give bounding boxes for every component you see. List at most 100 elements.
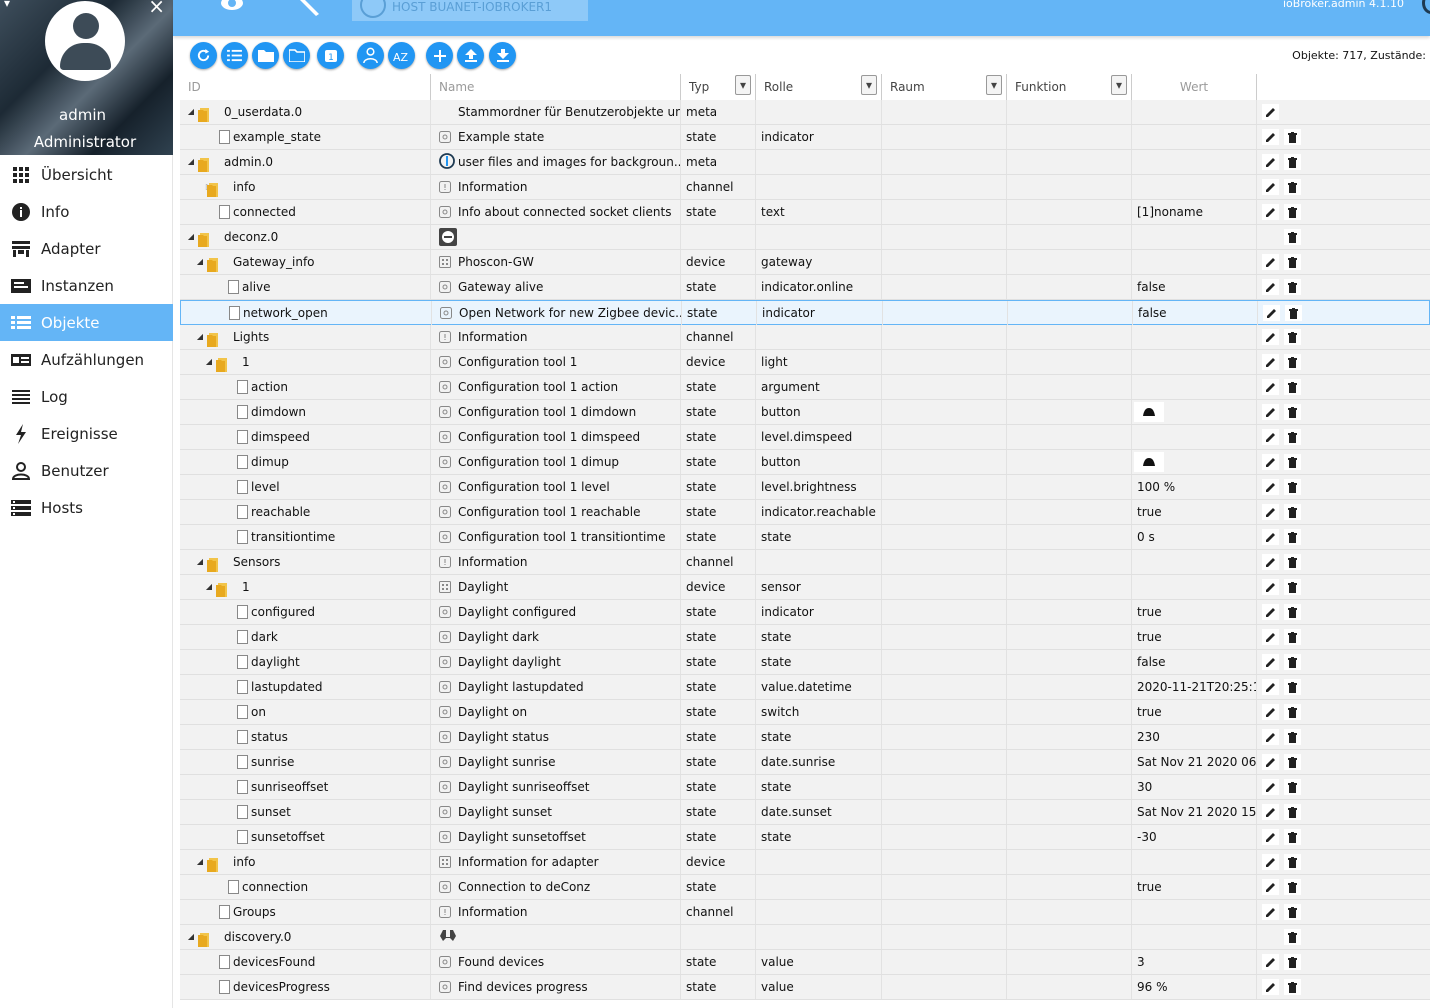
cell-raum[interactable] bbox=[882, 375, 1007, 399]
trash-icon[interactable] bbox=[1284, 404, 1301, 420]
table-row[interactable]: example_state Example state state indicator bbox=[180, 125, 1430, 150]
cell-wert[interactable] bbox=[1132, 375, 1257, 399]
wrench-icon[interactable] bbox=[297, 0, 323, 16]
trash-icon[interactable] bbox=[1284, 579, 1301, 595]
cell-funktion[interactable] bbox=[1007, 750, 1132, 774]
cell-funktion[interactable] bbox=[1007, 800, 1132, 824]
cell-raum[interactable] bbox=[882, 225, 1007, 249]
cell-wert[interactable]: 230 bbox=[1132, 725, 1257, 749]
edit-icon[interactable] bbox=[1262, 754, 1279, 770]
collapse-triangle-icon[interactable]: ◢ bbox=[195, 550, 205, 574]
cell-wert[interactable] bbox=[1132, 350, 1257, 374]
cell-raum[interactable] bbox=[882, 850, 1007, 874]
cell-rolle[interactable]: sensor bbox=[756, 575, 882, 599]
edit-icon[interactable] bbox=[1263, 305, 1280, 321]
cell-wert[interactable]: -30 bbox=[1132, 825, 1257, 849]
cell-wert[interactable]: false bbox=[1132, 650, 1257, 674]
cell-wert[interactable] bbox=[1132, 175, 1257, 199]
cell-rolle[interactable]: button bbox=[756, 450, 882, 474]
cell-wert[interactable]: true bbox=[1132, 500, 1257, 524]
cell-funktion[interactable] bbox=[1007, 475, 1132, 499]
sidebar-item-benutzer[interactable]: Benutzer bbox=[0, 452, 173, 489]
cell-funktion[interactable] bbox=[1007, 200, 1132, 224]
cell-wert[interactable]: 2020-11-21T20:25:16 bbox=[1132, 675, 1257, 699]
collapse-triangle-icon[interactable]: ◢ bbox=[195, 325, 205, 349]
trash-icon[interactable] bbox=[1284, 679, 1301, 695]
upload-button[interactable] bbox=[457, 42, 484, 69]
cell-wert[interactable] bbox=[1132, 325, 1257, 349]
collapse-triangle-icon[interactable]: ◢ bbox=[186, 925, 196, 949]
cell-name[interactable]: Daylight lastupdated bbox=[431, 675, 681, 699]
sidebar-item-hosts[interactable]: Hosts bbox=[0, 489, 173, 526]
edit-icon[interactable] bbox=[1262, 854, 1279, 870]
cell-wert[interactable] bbox=[1132, 250, 1257, 274]
cell-raum[interactable] bbox=[882, 475, 1007, 499]
trash-icon[interactable] bbox=[1284, 954, 1301, 970]
collapse-triangle-icon[interactable]: ◢ bbox=[195, 850, 205, 874]
collapse-triangle-icon[interactable]: ◢ bbox=[195, 250, 205, 274]
cell-raum[interactable] bbox=[882, 900, 1007, 924]
edit-icon[interactable] bbox=[1262, 729, 1279, 745]
cell-raum[interactable] bbox=[882, 425, 1007, 449]
cell-funktion[interactable] bbox=[1007, 325, 1132, 349]
cell-funktion[interactable] bbox=[1007, 650, 1132, 674]
trash-icon[interactable] bbox=[1284, 654, 1301, 670]
table-row[interactable]: reachable Configuration tool 1 reachable s… bbox=[180, 500, 1430, 525]
edit-icon[interactable] bbox=[1262, 154, 1279, 170]
cell-name[interactable]: Configuration tool 1 dimdown bbox=[431, 400, 681, 424]
cell-name[interactable]: user files and images for backgroun... bbox=[431, 150, 681, 174]
cell-name[interactable]: Configuration tool 1 transitiontime bbox=[431, 525, 681, 549]
cell-wert[interactable] bbox=[1132, 550, 1257, 574]
cell-name[interactable]: Info about connected socket clients bbox=[431, 200, 681, 224]
table-row[interactable]: ▷infoInformationchannel bbox=[180, 175, 1430, 200]
sidebar-item-info[interactable]: Info bbox=[0, 193, 173, 230]
cell-funktion[interactable] bbox=[1007, 675, 1132, 699]
cell-name[interactable]: Configuration tool 1 bbox=[431, 350, 681, 374]
cell-wert[interactable]: [1]noname bbox=[1132, 200, 1257, 224]
trash-icon[interactable] bbox=[1284, 229, 1301, 245]
cell-name[interactable]: Information bbox=[431, 900, 681, 924]
column-header-typ[interactable]: Typ ▾ bbox=[681, 74, 756, 100]
table-row[interactable]: ◢ Sensors Information channel bbox=[180, 550, 1430, 575]
cell-rolle[interactable]: button bbox=[756, 400, 882, 424]
cell-name[interactable]: Stammordner für Benutzerobjekte und ... bbox=[431, 100, 681, 124]
cell-name[interactable]: Daylight sunsetoffset bbox=[431, 825, 681, 849]
download-button[interactable] bbox=[489, 42, 516, 69]
cell-funktion[interactable] bbox=[1007, 375, 1132, 399]
cell-rolle[interactable]: state bbox=[756, 625, 882, 649]
edit-icon[interactable] bbox=[1262, 354, 1279, 370]
trash-icon[interactable] bbox=[1284, 754, 1301, 770]
cell-rolle[interactable]: indicator bbox=[757, 301, 883, 325]
cell-name[interactable]: Configuration tool 1 dimup bbox=[431, 450, 681, 474]
edit-icon[interactable] bbox=[1262, 654, 1279, 670]
cell-wert[interactable]: true bbox=[1132, 625, 1257, 649]
cell-wert[interactable]: Sat Nov 21 2020 15:: bbox=[1132, 800, 1257, 824]
cell-rolle[interactable]: text bbox=[756, 200, 882, 224]
table-row[interactable]: dimdown Configuration tool 1 dimdown state… bbox=[180, 400, 1430, 425]
trash-icon[interactable] bbox=[1284, 929, 1301, 945]
cell-rolle[interactable] bbox=[756, 175, 882, 199]
trash-icon[interactable] bbox=[1284, 279, 1301, 295]
column-header-funktion[interactable]: Funktion ▾ bbox=[1007, 74, 1132, 100]
cell-rolle[interactable] bbox=[756, 900, 882, 924]
cell-rolle[interactable] bbox=[756, 100, 882, 124]
expert-button[interactable] bbox=[357, 42, 384, 69]
table-row[interactable]: devicesProgress Find devices progress stat… bbox=[180, 975, 1430, 1000]
cell-raum[interactable] bbox=[882, 125, 1007, 149]
cell-funktion[interactable] bbox=[1007, 275, 1132, 299]
cell-funktion[interactable] bbox=[1008, 301, 1133, 325]
trash-icon[interactable] bbox=[1284, 454, 1301, 470]
cell-funktion[interactable] bbox=[1007, 850, 1132, 874]
table-row[interactable]: daylight Daylight daylight state state false bbox=[180, 650, 1430, 675]
cell-raum[interactable] bbox=[882, 875, 1007, 899]
cell-funktion[interactable] bbox=[1007, 600, 1132, 624]
chevron-down-icon[interactable]: ▾ bbox=[986, 75, 1002, 95]
sidebar-item-aufzählungen[interactable]: Aufzählungen bbox=[0, 341, 173, 378]
cell-rolle[interactable]: value bbox=[756, 950, 882, 974]
sort-az-button[interactable]: AZ bbox=[388, 42, 415, 69]
cell-raum[interactable] bbox=[882, 525, 1007, 549]
trash-icon[interactable] bbox=[1284, 829, 1301, 845]
cell-wert[interactable]: 30 bbox=[1132, 775, 1257, 799]
cell-rolle[interactable]: date.sunrise bbox=[756, 750, 882, 774]
edit-icon[interactable] bbox=[1262, 429, 1279, 445]
